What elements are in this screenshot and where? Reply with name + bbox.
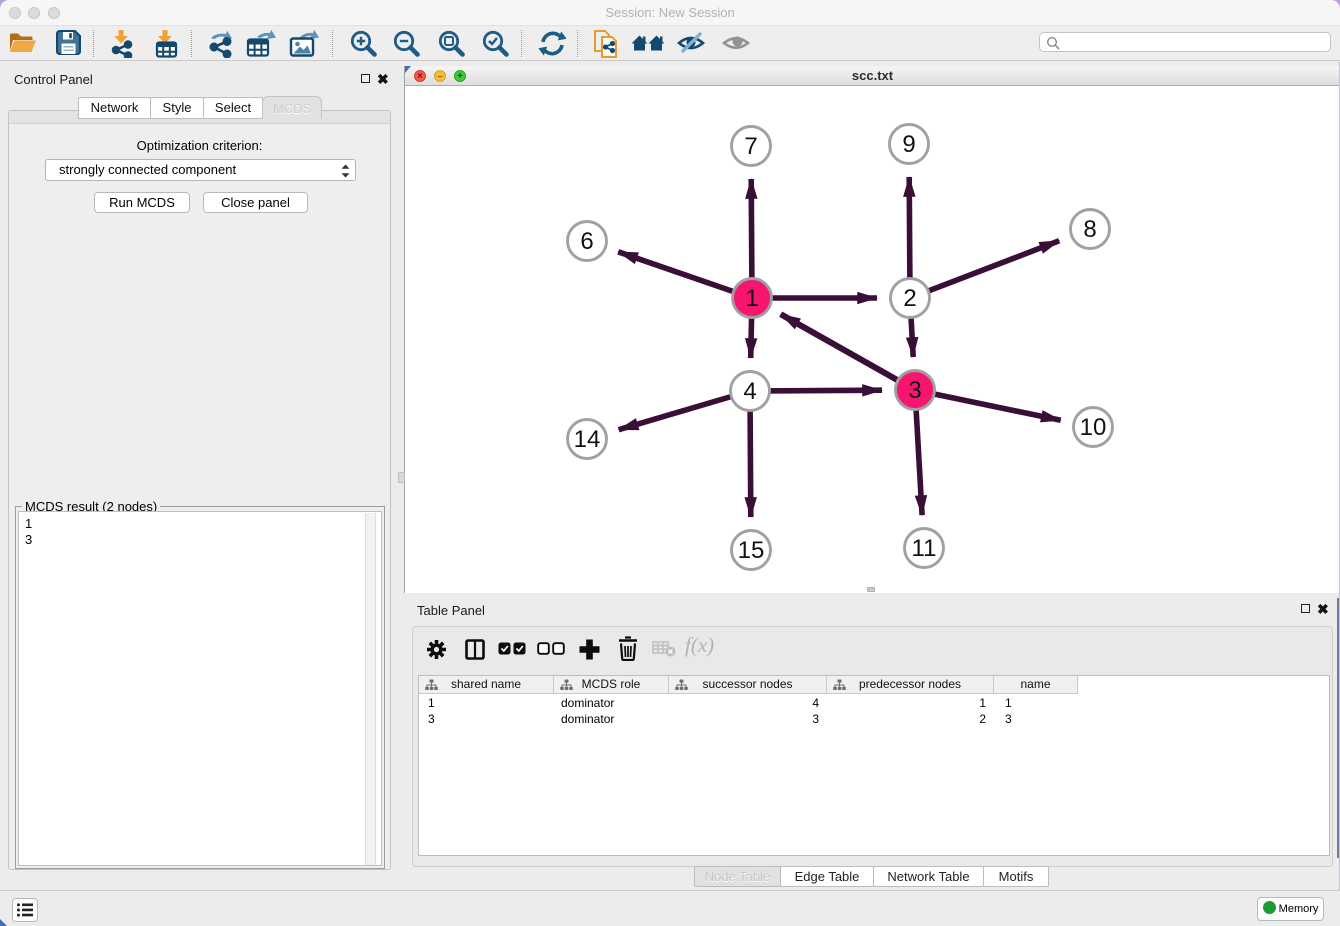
svg-text:14: 14 xyxy=(574,426,601,453)
svg-text:1: 1 xyxy=(745,285,758,312)
svg-text:4: 4 xyxy=(743,378,756,405)
svg-text:10: 10 xyxy=(1080,414,1107,441)
svg-text:2: 2 xyxy=(903,285,916,312)
svg-text:15: 15 xyxy=(738,537,765,564)
svg-text:11: 11 xyxy=(912,535,937,562)
svg-text:3: 3 xyxy=(908,377,921,404)
svg-text:7: 7 xyxy=(744,133,757,160)
svg-text:8: 8 xyxy=(1083,216,1096,243)
svg-text:9: 9 xyxy=(902,131,915,158)
svg-text:6: 6 xyxy=(580,228,593,255)
